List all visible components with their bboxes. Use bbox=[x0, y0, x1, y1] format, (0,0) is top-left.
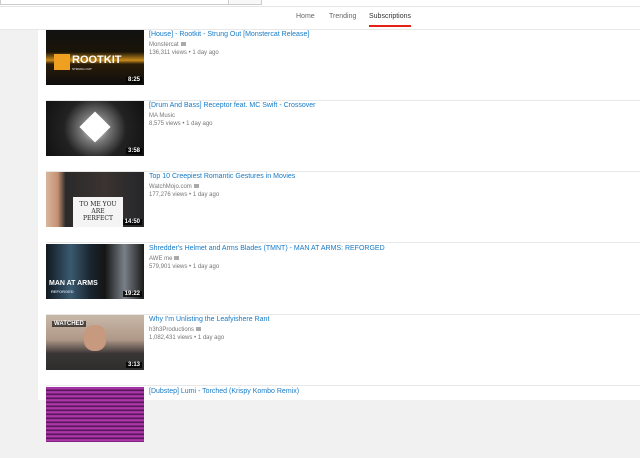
separator: • bbox=[182, 121, 185, 127]
thumbnail-text: ROOTKIT bbox=[72, 54, 122, 66]
tab-subscriptions[interactable]: Subscriptions bbox=[369, 13, 412, 27]
video-title[interactable]: [House] - Rootkit - Strung Out [Monsterc… bbox=[149, 31, 309, 38]
channel-name[interactable]: MA Music bbox=[149, 113, 175, 119]
thumbnail-subtext: STRUNG OUT bbox=[72, 67, 92, 71]
upload-age: 1 day ago bbox=[192, 192, 220, 198]
video-title[interactable]: Top 10 Creepiest Romantic Gestures in Mo… bbox=[149, 173, 295, 180]
verified-icon bbox=[196, 327, 202, 332]
upload-age: 1 day ago bbox=[192, 264, 220, 270]
tab-trending[interactable]: Trending bbox=[329, 13, 356, 20]
search-input[interactable] bbox=[0, 0, 262, 5]
person-face bbox=[84, 325, 106, 351]
channel-name[interactable]: AWE me bbox=[149, 256, 172, 262]
video-title[interactable]: Why I'm Unlisting the Leafyishere Rant bbox=[149, 316, 269, 323]
tab-home[interactable]: Home bbox=[296, 13, 315, 20]
view-count: 1,082,431 views bbox=[149, 335, 193, 341]
separator: • bbox=[188, 50, 191, 56]
separator: • bbox=[189, 192, 192, 198]
video-item: [Dubstep] Lumi - Torched (Krispy Kombo R… bbox=[46, 387, 640, 458]
duration-badge: 14:50 bbox=[122, 219, 142, 225]
verified-icon bbox=[174, 256, 180, 261]
feed-nav: Home Trending Subscriptions bbox=[0, 7, 640, 30]
watched-badge: WATCHED bbox=[52, 321, 86, 327]
thumbnail-text: MAN AT ARMS bbox=[49, 280, 98, 287]
video-item: 3:58 [Drum And Bass] Receptor feat. MC S… bbox=[46, 101, 640, 172]
subscription-feed: ROOTKIT STRUNG OUT 8:25 [House] - Rootki… bbox=[38, 30, 640, 442]
video-title[interactable]: Shredder's Helmet and Arms Blades (TMNT)… bbox=[149, 245, 385, 252]
upload-age: 1 day ago bbox=[197, 335, 225, 341]
video-item: MAN AT ARMS REFORGED 19:22 Shredder's He… bbox=[46, 244, 640, 315]
duration-badge: 3:58 bbox=[125, 148, 142, 154]
duration-badge: 19:22 bbox=[122, 291, 142, 297]
video-thumbnail[interactable]: 3:58 bbox=[46, 101, 144, 156]
separator: • bbox=[189, 264, 192, 270]
upload-age: 1 day ago bbox=[186, 121, 213, 127]
verified-icon bbox=[193, 184, 199, 189]
video-title[interactable]: [Drum And Bass] Receptor feat. MC Swift … bbox=[149, 102, 316, 109]
channel-name[interactable]: h3h3Productions bbox=[149, 327, 194, 333]
view-count: 8,575 views bbox=[149, 121, 181, 127]
video-thumbnail[interactable]: WATCHED 3:13 bbox=[46, 315, 144, 370]
masthead bbox=[0, 0, 640, 7]
video-item: WATCHED 3:13 Why I'm Unlisting the Leafy… bbox=[46, 315, 640, 386]
upload-age: 1 day ago bbox=[192, 50, 219, 56]
channel-name[interactable]: Monstercat bbox=[149, 42, 179, 48]
view-count: 177,276 views bbox=[149, 192, 188, 198]
video-thumbnail[interactable]: MAN AT ARMS REFORGED 19:22 bbox=[46, 244, 144, 299]
thumbnail-text: TO ME YOU ARE PERFECT bbox=[73, 197, 123, 227]
video-item: TO ME YOU ARE PERFECT 14:50 Top 10 Creep… bbox=[46, 172, 640, 243]
view-count: 136,311 views bbox=[149, 50, 187, 56]
verified-icon bbox=[180, 42, 186, 47]
ma-logo-icon bbox=[79, 111, 111, 143]
monstercat-logo-icon bbox=[54, 54, 70, 70]
video-thumbnail[interactable]: TO ME YOU ARE PERFECT 14:50 bbox=[46, 172, 144, 227]
thumbnail-subtext: REFORGED bbox=[51, 289, 74, 294]
duration-badge: 3:13 bbox=[125, 362, 142, 368]
video-thumbnail[interactable] bbox=[46, 387, 144, 442]
view-count: 579,901 views bbox=[149, 264, 188, 270]
video-item: ROOTKIT STRUNG OUT 8:25 [House] - Rootki… bbox=[46, 30, 640, 101]
duration-badge: 8:25 bbox=[125, 77, 142, 83]
channel-name[interactable]: WatchMojo.com bbox=[149, 184, 192, 190]
video-thumbnail[interactable]: ROOTKIT STRUNG OUT 8:25 bbox=[46, 30, 144, 85]
separator: • bbox=[194, 335, 197, 341]
video-title[interactable]: [Dubstep] Lumi - Torched (Krispy Kombo R… bbox=[149, 388, 299, 395]
search-button[interactable] bbox=[228, 0, 262, 5]
